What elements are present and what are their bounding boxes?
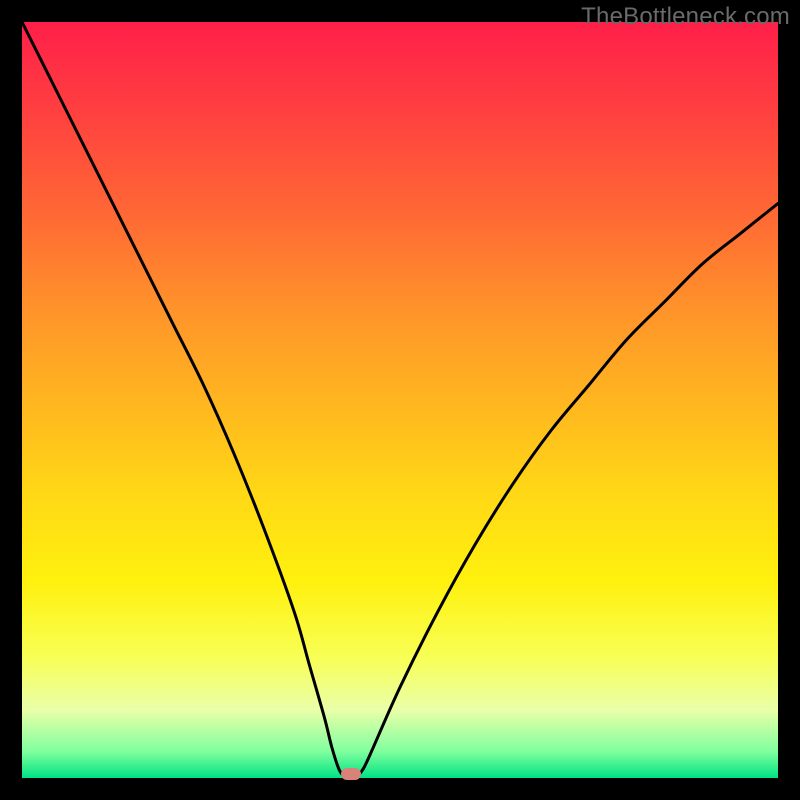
bottleneck-curve: [22, 22, 778, 778]
watermark-text: TheBottleneck.com: [581, 3, 790, 31]
optimal-point-marker: [341, 768, 361, 780]
chart-plot-area: [22, 22, 778, 778]
